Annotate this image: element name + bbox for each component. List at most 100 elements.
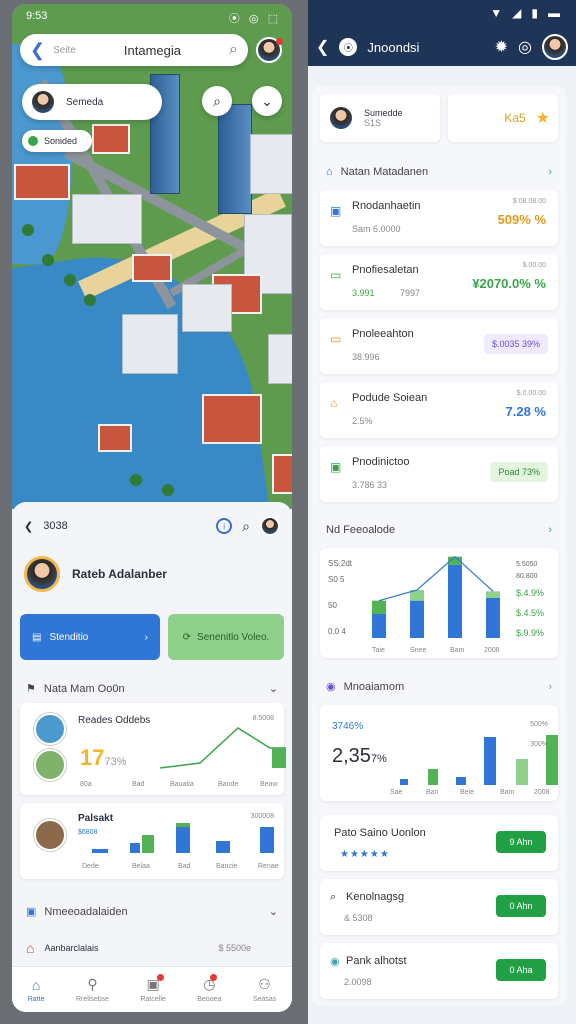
- bar-chart: SS.2dt S0 5 50 0.0 4 5.5050 80.800 $.4.9…: [328, 555, 544, 654]
- section-header[interactable]: ▣ Nmeeoadalaiden ⌄: [12, 879, 292, 919]
- stats-card[interactable]: Reades Oddebs 8.5008 1773% 80a Bad Bauat…: [20, 703, 286, 795]
- bar-chart-card[interactable]: 3746% 2,357% 500% 300% Sae Ban Beie Bam …: [320, 705, 558, 801]
- bar-chart-card[interactable]: SS.2dt S0 5 50 0.0 4 5.5050 80.800 $.4.9…: [320, 548, 558, 658]
- avatar[interactable]: [542, 34, 568, 60]
- rating-card[interactable]: Ka5 ★: [447, 94, 558, 142]
- back-icon[interactable]: ❮: [24, 520, 33, 533]
- card-value-label: 8.5008: [252, 715, 274, 722]
- search-bar[interactable]: ❮ Seite Intamegia ⌕: [20, 34, 248, 66]
- stats-card[interactable]: Palsakt $6808 300008 Dede Belaa Bad Banc…: [20, 803, 284, 879]
- search-title: Intamegia: [123, 42, 181, 58]
- axis-label: Bad: [132, 781, 145, 788]
- card-value-label: 300008: [250, 813, 274, 820]
- nav-history[interactable]: ◷ Beooea: [197, 974, 221, 1003]
- axis-label: Bad: [178, 863, 191, 870]
- user-sub-chip[interactable]: Sonided: [22, 130, 92, 152]
- user-name: Semeda: [66, 96, 104, 108]
- section-header[interactable]: Nd Feeoalode ›: [312, 502, 566, 540]
- nav-label: Rrelisebse: [75, 996, 110, 1003]
- bar[interactable]: [372, 614, 386, 638]
- building: [250, 134, 292, 194]
- profile-card[interactable]: Sumedde S1S: [320, 94, 440, 142]
- house-icon: ⌂: [326, 166, 333, 178]
- avatar[interactable]: [24, 556, 60, 592]
- list-item[interactable]: ▣ Pnodinictoo 3.786 33 Poad 73%: [320, 446, 558, 502]
- home-icon: ⌂: [31, 976, 41, 993]
- sheet-label: 3038: [43, 520, 68, 532]
- bar[interactable]: [372, 600, 386, 614]
- item-name: Podude Soiean: [352, 392, 428, 404]
- left-phone: 9:53 ⦿ ◎ ⬚ ❮ Seite Intamegia ⌕ Semeda So…: [12, 4, 292, 1012]
- chevron-right-icon[interactable]: ›: [548, 524, 552, 536]
- chart-label: 3746%: [332, 721, 364, 732]
- line-chart: [160, 727, 286, 769]
- list-item-title: Aanbarclalais: [44, 943, 99, 953]
- status-icon: ⦿: [228, 13, 240, 25]
- action-button[interactable]: 0 Ahn: [496, 895, 546, 917]
- secondary-button[interactable]: ⟳ Senenitlo Voleo.: [168, 614, 284, 660]
- list-item[interactable]: ⌂ Podude Soiean 2.5% $.0.00.00 7.28 %: [320, 382, 558, 438]
- house-icon: ⌂: [26, 940, 35, 956]
- y-tick-label: 0.0 4: [328, 627, 346, 636]
- badge-icon[interactable]: ⦿: [339, 38, 358, 56]
- axis-label: Bauatia: [170, 781, 194, 788]
- axis-label: Renae: [258, 863, 279, 870]
- list-item[interactable]: ⌂ Aanbarclalais $ 5500e: [26, 940, 251, 956]
- signal-icon: ◢: [512, 6, 522, 20]
- action-button[interactable]: 9 Ahn: [496, 831, 546, 853]
- section-header[interactable]: ⚑ Nata Mam Oo0n ⌄: [12, 660, 292, 696]
- settings-icon[interactable]: ✹: [495, 37, 508, 57]
- chevron-right-icon[interactable]: ›: [548, 166, 552, 178]
- primary-button[interactable]: ▤ Stenditio ›: [20, 614, 160, 660]
- section-title: Natan Matadanen: [340, 166, 429, 178]
- back-icon[interactable]: ❮: [30, 40, 45, 61]
- nav-cart[interactable]: ▣ Ratcelle: [140, 974, 166, 1003]
- list-row[interactable]: ◉ Pank alhotst 2.0098 0 Aha: [320, 943, 558, 999]
- notification-icon[interactable]: ◎: [518, 37, 532, 57]
- item-label: $.00.00: [522, 262, 546, 269]
- list-item[interactable]: ▭ Pnoleeahton 38.996 $.0035 39%: [320, 318, 558, 374]
- map-search-button[interactable]: ⌕: [202, 86, 232, 116]
- search-icon[interactable]: ⌕: [242, 518, 250, 535]
- tree: [22, 224, 34, 236]
- search-icon: ⌕: [330, 891, 337, 903]
- item-label: $.0.00.00: [516, 390, 546, 397]
- rating-row[interactable]: Pato Saino Uonlon ★★★★★ 9 Ahn: [320, 815, 558, 871]
- city-map[interactable]: [12, 4, 292, 509]
- avatar[interactable]: [260, 516, 280, 536]
- notification-dot: [156, 974, 164, 981]
- list-item[interactable]: ▣ Rnodanhaetin Sam 6.0000 $.08.08.00 509…: [320, 190, 558, 246]
- section-header[interactable]: ◉ Mnoaiamom ›: [312, 658, 566, 697]
- item-sub: 2.5%: [352, 416, 373, 426]
- item-value: 509% %: [497, 212, 546, 227]
- nav-profile[interactable]: ⚇ Seasas: [253, 976, 276, 1003]
- search-icon[interactable]: ⌕: [229, 41, 238, 59]
- app-header: ▼ ◢ ▮ ▬ ❮ ⦿ Jnoondsi ✹ ◎: [308, 0, 576, 66]
- avatar: [30, 89, 56, 115]
- card-title: Reades Oddebs: [78, 715, 151, 726]
- nav-search[interactable]: ⚲ Rrelisebse: [76, 976, 109, 1003]
- item-sub: 3.991: [352, 288, 375, 298]
- nav-home[interactable]: ⌂ Ratte: [28, 977, 45, 1003]
- bar[interactable]: [448, 564, 462, 638]
- list-item-value: $ 5500e: [218, 943, 252, 953]
- bar[interactable]: [486, 598, 500, 638]
- section-header[interactable]: ⌂ Natan Matadanen ›: [312, 150, 566, 182]
- map-expand-button[interactable]: ⌄: [252, 86, 282, 116]
- list-row[interactable]: Kenolnagsg ⌕ & 5308 0 Ahn: [320, 879, 558, 935]
- chevron-down-icon[interactable]: ⌄: [269, 905, 278, 918]
- chevron-right-icon[interactable]: ›: [548, 681, 552, 693]
- bar[interactable]: [410, 600, 424, 638]
- back-icon[interactable]: ❮: [316, 37, 329, 57]
- building: [98, 424, 132, 452]
- user-card[interactable]: Semeda: [22, 84, 162, 120]
- chevron-down-icon: ⌄: [261, 92, 273, 109]
- chevron-down-icon[interactable]: ⌄: [269, 682, 278, 695]
- info-icon[interactable]: i: [216, 518, 233, 534]
- item-name: Pnofiesaletan: [352, 264, 419, 276]
- status-badge: Poad 73%: [490, 462, 548, 482]
- x-tick-label: Snee: [410, 647, 426, 654]
- action-button[interactable]: 0 Aha: [496, 959, 546, 981]
- bar[interactable]: [486, 591, 500, 598]
- list-item[interactable]: ▭ Pnofiesaletan 3.991 7997 $.00.00 ¥2070…: [320, 254, 558, 310]
